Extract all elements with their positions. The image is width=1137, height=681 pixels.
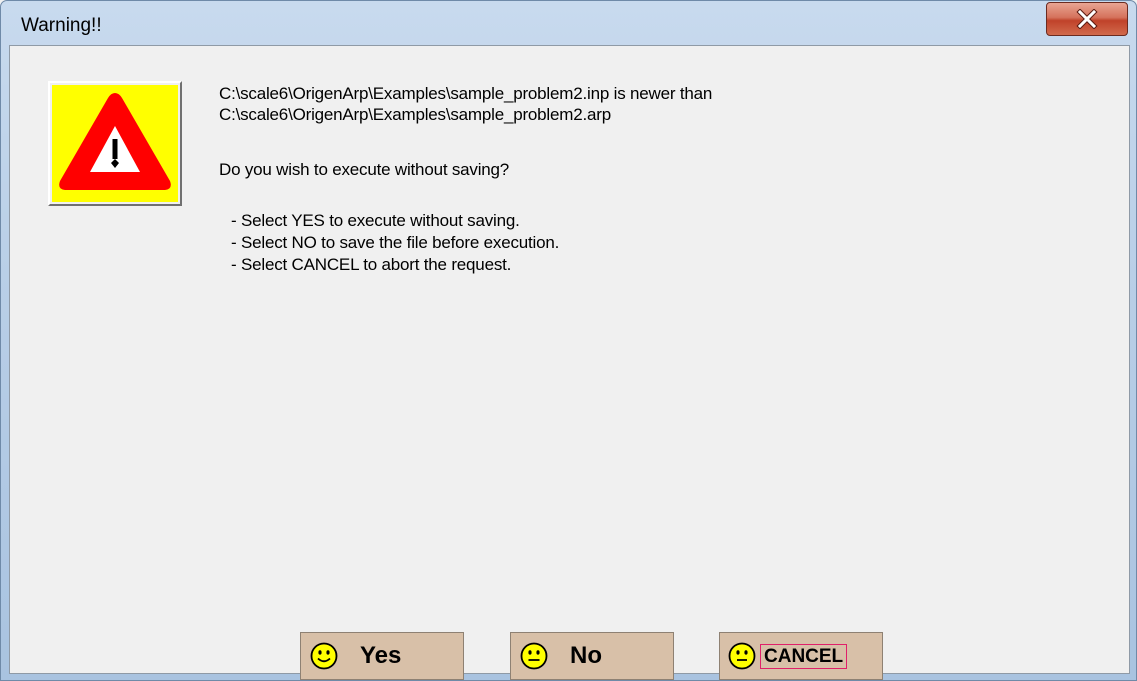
question-text: Do you wish to execute without saving?: [219, 160, 510, 179]
option-no-text: - Select NO to save the file before exec…: [231, 233, 560, 252]
cancel-button[interactable]: CANCEL: [719, 632, 883, 680]
dialog-content: C:\scale6\OrigenArp\Examples\sample_prob…: [9, 45, 1130, 680]
smiley-icon: [310, 642, 338, 670]
neutral-face-icon: [520, 642, 548, 670]
message-line-2: C:\scale6\OrigenArp\Examples\sample_prob…: [219, 105, 611, 124]
yes-button-label: Yes: [360, 642, 402, 669]
no-button[interactable]: No: [510, 632, 674, 680]
no-button-label: No: [570, 642, 602, 669]
close-button[interactable]: [1046, 2, 1128, 36]
window-title: Warning!!: [21, 15, 102, 36]
message-line-1: C:\scale6\OrigenArp\Examples\sample_prob…: [219, 84, 713, 103]
warning-triangle-icon: [52, 85, 178, 202]
dialog-window: Warning!! C:\scale6\OrigenArp\Examples\s…: [0, 0, 1137, 681]
option-yes-text: - Select YES to execute without saving.: [231, 211, 520, 230]
warning-icon-frame: [48, 81, 182, 206]
yes-button[interactable]: Yes: [300, 632, 464, 680]
option-cancel-text: - Select CANCEL to abort the request.: [231, 255, 512, 274]
neutral-face-icon: [728, 642, 756, 670]
close-icon: [1076, 9, 1098, 29]
title-bar[interactable]: Warning!!: [1, 1, 1136, 45]
cancel-button-label: CANCEL: [760, 643, 848, 669]
